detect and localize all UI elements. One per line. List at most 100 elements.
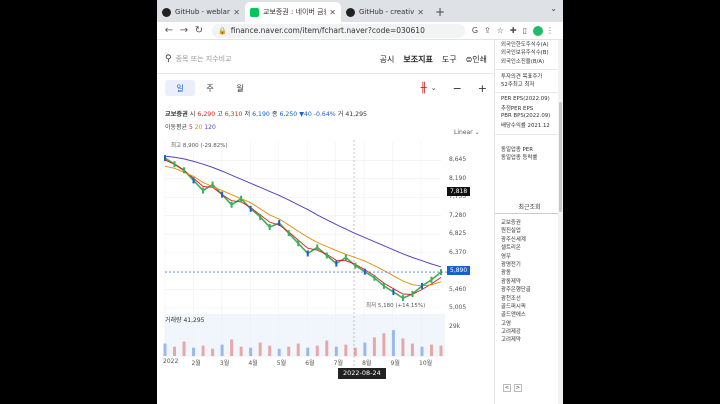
low-annotation: 최저 5,180 (+14.15%) (366, 303, 426, 309)
recent-item[interactable]: 광천조선 (501, 294, 561, 302)
browser-window: GitHub - weblanks/Bl… ✕ 교보증권 : 네이버 금융 ✕ … (157, 0, 563, 404)
candle (363, 268, 366, 275)
recent-item[interactable]: 고려제강 (501, 327, 561, 335)
x-tick-label: 10월 (419, 360, 433, 367)
divider (495, 92, 563, 93)
recent-item[interactable]: 광주신세계 (501, 235, 561, 243)
x-tick-label: 3월 (219, 360, 230, 367)
volume-bar (420, 346, 424, 356)
candle (211, 181, 214, 188)
recent-item[interactable]: 광동 (501, 268, 561, 276)
info-row: 외국인소진율(B/A) (501, 58, 545, 65)
series-line-20 (164, 165, 442, 287)
page-scrollbar[interactable] (558, 40, 563, 404)
volume-bar (372, 337, 376, 356)
candle (344, 254, 347, 261)
candle (373, 274, 376, 281)
candle (316, 244, 319, 251)
recent-item[interactable]: 원진실업 (501, 226, 561, 234)
series-line-5 (164, 159, 442, 295)
recent-item[interactable]: 고영 (501, 319, 561, 327)
volume-bar (429, 344, 433, 356)
volume-bar (182, 341, 186, 356)
x-tick-label: 6월 (305, 360, 315, 367)
tab-title: GitHub - creativeduck… (359, 8, 415, 16)
candle (259, 213, 262, 220)
prev-page-button[interactable]: < (503, 384, 511, 392)
address-bar[interactable]: 🔒 finance.naver.com/item/fchart.naver?co… (212, 23, 465, 38)
recent-item[interactable]: 영우 (501, 252, 561, 260)
candle (411, 291, 414, 298)
volume-bar (192, 347, 196, 356)
next-page-button[interactable]: > (514, 384, 522, 392)
recent-pager: < > (503, 384, 522, 392)
volume-bar (173, 346, 177, 356)
candle (230, 201, 233, 208)
current-price-tag: 5,890 (447, 266, 471, 275)
candle (221, 191, 224, 198)
recent-item[interactable]: 광주은행단골 (501, 285, 561, 293)
volume-bar (306, 347, 310, 356)
volume-bar (220, 344, 224, 356)
price-chart[interactable] (157, 40, 494, 404)
close-icon[interactable]: ✕ (417, 8, 424, 17)
close-icon[interactable]: ✕ (329, 8, 336, 17)
reload-icon[interactable]: ↻ (193, 25, 205, 36)
volume-bar (344, 344, 348, 356)
x-tick-label: 5월 (276, 360, 287, 367)
candle (183, 167, 186, 174)
new-tab-button[interactable]: + (435, 5, 445, 19)
divider (495, 134, 563, 135)
candle (278, 220, 281, 227)
volume-bar (334, 346, 338, 356)
volume-axis-label: 29k (449, 323, 461, 330)
volume-bar (439, 345, 443, 356)
close-icon[interactable]: ✕ (233, 8, 240, 17)
x-tick-label: 7월 (333, 360, 343, 367)
github-icon (162, 7, 171, 17)
recent-list: 교보증권 원진실업 광주신세계 셀트리온 영우 광명전기 광동 광동제약 광주은행단골 광천조선 골… (501, 218, 561, 344)
tab-github-creativeduck[interactable]: GitHub - creativeduck… ✕ (341, 2, 429, 22)
recent-item[interactable]: 광명전기 (501, 260, 561, 268)
scrollbar-thumb[interactable] (559, 102, 562, 212)
volume-bar (249, 347, 253, 356)
recent-item[interactable]: 광동제약 (501, 277, 561, 285)
more-icon[interactable]: ⋮ (546, 26, 554, 35)
candle (382, 282, 385, 289)
candle (297, 240, 300, 247)
recent-item[interactable]: 교보증권 (501, 218, 561, 226)
candle (306, 250, 309, 257)
avatar[interactable] (533, 25, 543, 36)
volume-bar (325, 340, 329, 356)
investment-opinion: 투자의견 목표주가 52주최고 최저 (501, 72, 561, 89)
divider (495, 69, 563, 70)
volume-bar (353, 347, 357, 356)
y-tick-label: 5,005 (449, 304, 467, 311)
recent-item[interactable]: 골드퍼시픽 (501, 302, 561, 310)
chevron-down-icon[interactable]: ⌄ (550, 4, 557, 13)
naver-icon (250, 7, 259, 17)
info-row: 배당수익률 2021.12 (501, 123, 550, 130)
recent-item[interactable]: 고려제약 (501, 335, 561, 343)
tab-github-weblanks[interactable]: GitHub - weblanks/Bl… ✕ (157, 2, 245, 22)
series-line-120 (164, 155, 442, 268)
extensions-icon[interactable]: ✚ (510, 26, 517, 35)
forward-icon[interactable]: → (178, 25, 190, 36)
sidepanel-icon[interactable]: ▯ (523, 26, 527, 35)
volume-bar (315, 345, 319, 356)
google-icon[interactable]: G (472, 26, 478, 35)
browser-toolbar: ← → ↻ 🔒 finance.naver.com/item/fchart.na… (157, 22, 563, 40)
x-tick-label: 2022 (163, 358, 179, 365)
back-icon[interactable]: ← (163, 25, 175, 36)
recent-item[interactable]: 골드앤에스 (501, 310, 561, 318)
share-icon[interactable]: ⇪ (484, 26, 491, 35)
lock-icon: 🔒 (218, 26, 227, 35)
star-icon[interactable]: ☆ (497, 26, 504, 35)
x-tick-label: 4월 (248, 360, 258, 367)
info-row: 동일업종 등락률 (501, 155, 538, 162)
foreign-ownership: 외국인한도주식수(A) 외국인보유주식수(B) 외국인소진율(B/A) (501, 40, 561, 65)
candle (268, 224, 271, 231)
recent-item[interactable]: 셀트리온 (501, 243, 561, 251)
tab-naver-finance[interactable]: 교보증권 : 네이버 금융 ✕ (245, 2, 341, 22)
recent-header: 최근조회 (495, 202, 563, 214)
